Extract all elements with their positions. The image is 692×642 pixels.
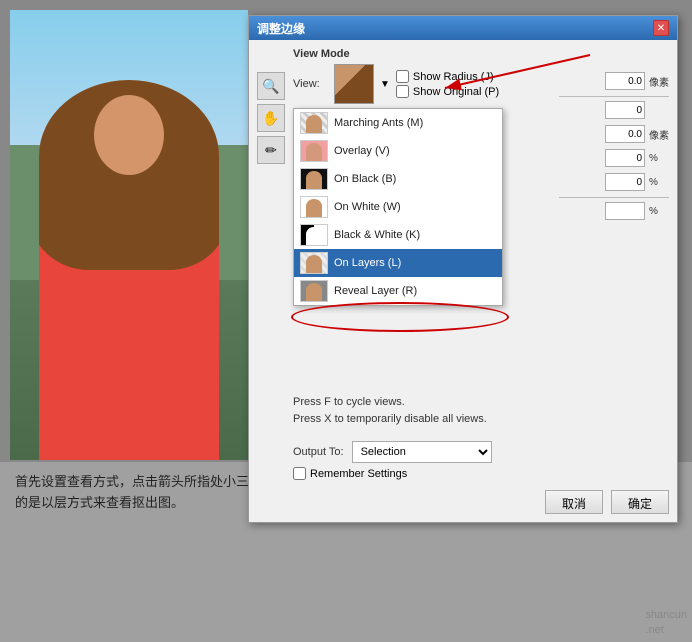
menu-item-black-white[interactable]: Black & White (K)	[294, 221, 502, 249]
marching-ants-icon	[300, 112, 328, 134]
person-icon	[306, 199, 322, 217]
hand-tool[interactable]: ✋	[257, 104, 285, 132]
view-checkboxes: Show Radius (J) Show Original (P)	[396, 70, 499, 98]
separator-1	[559, 96, 669, 97]
dialog-title: 调整边缘	[257, 20, 305, 37]
feather-unit: 像素	[649, 127, 669, 142]
contrast-input[interactable]	[605, 149, 645, 167]
slider-row-3: 像素	[559, 125, 669, 143]
output-label: Output To:	[293, 446, 344, 458]
on-layers-label: On Layers (L)	[334, 257, 401, 269]
bw-icon	[300, 224, 328, 246]
zoom-tool[interactable]: 🔍	[257, 72, 285, 100]
person-icon	[306, 227, 322, 245]
menu-item-on-layers[interactable]: On Layers (L)	[294, 249, 502, 277]
radius-input[interactable]	[605, 72, 645, 90]
photo-area	[10, 10, 248, 460]
show-radius-row: Show Radius (J)	[396, 70, 499, 83]
overlay-label: Overlay (V)	[334, 145, 390, 157]
menu-item-reveal-layer[interactable]: Reveal Layer (R)	[294, 277, 502, 305]
menu-item-on-black[interactable]: On Black (B)	[294, 165, 502, 193]
view-preview-button[interactable]	[334, 64, 374, 104]
on-black-icon	[300, 168, 328, 190]
on-black-label: On Black (B)	[334, 173, 396, 185]
remember-label: Remember Settings	[310, 468, 407, 480]
menu-item-marching-ants[interactable]: Marching Ants (M)	[294, 109, 502, 137]
dialog-body: 🔍 ✋ ✏ View Mode View: ▼ Show Radius (J)	[249, 40, 677, 435]
brush-tool[interactable]: ✏	[257, 136, 285, 164]
slider-row-output: %	[559, 202, 669, 220]
slider-row-5: %	[559, 173, 669, 191]
slider-row-4: %	[559, 149, 669, 167]
oval-highlight	[291, 302, 509, 332]
show-original-checkbox[interactable]	[396, 85, 409, 98]
radius-unit: 像素	[649, 74, 669, 89]
view-preview-img	[335, 65, 373, 103]
reveal-layer-label: Reveal Layer (R)	[334, 285, 417, 297]
tip-1: Press F to cycle views.	[293, 394, 669, 411]
overlay-icon	[300, 140, 328, 162]
dialog-footer: 取消 确定	[249, 484, 677, 522]
bottom-line2: 的是以层方式来查看抠出图。	[15, 495, 184, 510]
show-radius-label: Show Radius (J)	[413, 71, 494, 83]
reveal-layer-icon	[300, 280, 328, 302]
tips-area: Press F to cycle views. Press X to tempo…	[293, 394, 669, 427]
person-icon	[306, 143, 322, 161]
face	[94, 95, 164, 175]
right-panel: 像素 像素 % % %	[559, 72, 669, 226]
close-button[interactable]: ✕	[653, 20, 669, 36]
on-layers-icon	[300, 252, 328, 274]
decontaminate-unit: %	[649, 206, 669, 217]
output-section: Output To: Selection Layer Mask New Laye…	[249, 441, 677, 463]
woman-figure	[39, 80, 219, 460]
smooth-input[interactable]	[605, 101, 645, 119]
person-icon	[306, 115, 322, 133]
black-white-label: Black & White (K)	[334, 229, 420, 241]
output-select[interactable]: Selection Layer Mask New Layer	[352, 441, 492, 463]
contrast-unit: %	[649, 153, 669, 164]
view-dropdown-menu: Marching Ants (M) Overlay (V) On Black (…	[293, 108, 503, 306]
adjust-edge-dialog: 调整边缘 ✕ 🔍 ✋ ✏ View Mode View: ▼ Show Ra	[248, 15, 678, 523]
person-icon	[306, 255, 322, 273]
person-icon	[306, 283, 322, 301]
marching-ants-label: Marching Ants (M)	[334, 117, 423, 129]
menu-item-on-white[interactable]: On White (W)	[294, 193, 502, 221]
on-white-label: On White (W)	[334, 201, 401, 213]
on-white-icon	[300, 196, 328, 218]
show-original-row: Show Original (P)	[396, 85, 499, 98]
show-radius-checkbox[interactable]	[396, 70, 409, 83]
watermark: shancun .net	[645, 608, 687, 637]
feather-input[interactable]	[605, 125, 645, 143]
dropdown-arrow-icon[interactable]: ▼	[380, 79, 390, 90]
dialog-titlebar: 调整边缘 ✕	[249, 16, 677, 40]
shift-unit: %	[649, 177, 669, 188]
show-original-label: Show Original (P)	[413, 86, 499, 98]
tool-sidebar: 🔍 ✋ ✏	[257, 72, 285, 164]
shift-input[interactable]	[605, 173, 645, 191]
separator-2	[559, 197, 669, 198]
tip-2: Press X to temporarily disable all views…	[293, 411, 669, 428]
view-mode-label: View Mode	[293, 48, 669, 60]
slider-row-1: 像素	[559, 72, 669, 90]
remember-row: Remember Settings	[293, 467, 669, 480]
decontaminate-input[interactable]	[605, 202, 645, 220]
slider-row-2	[559, 101, 669, 119]
remember-checkbox[interactable]	[293, 467, 306, 480]
view-label-text: View:	[293, 78, 328, 90]
ok-button[interactable]: 确定	[611, 490, 669, 514]
menu-item-overlay[interactable]: Overlay (V)	[294, 137, 502, 165]
person-icon	[306, 171, 322, 189]
cancel-button[interactable]: 取消	[545, 490, 603, 514]
